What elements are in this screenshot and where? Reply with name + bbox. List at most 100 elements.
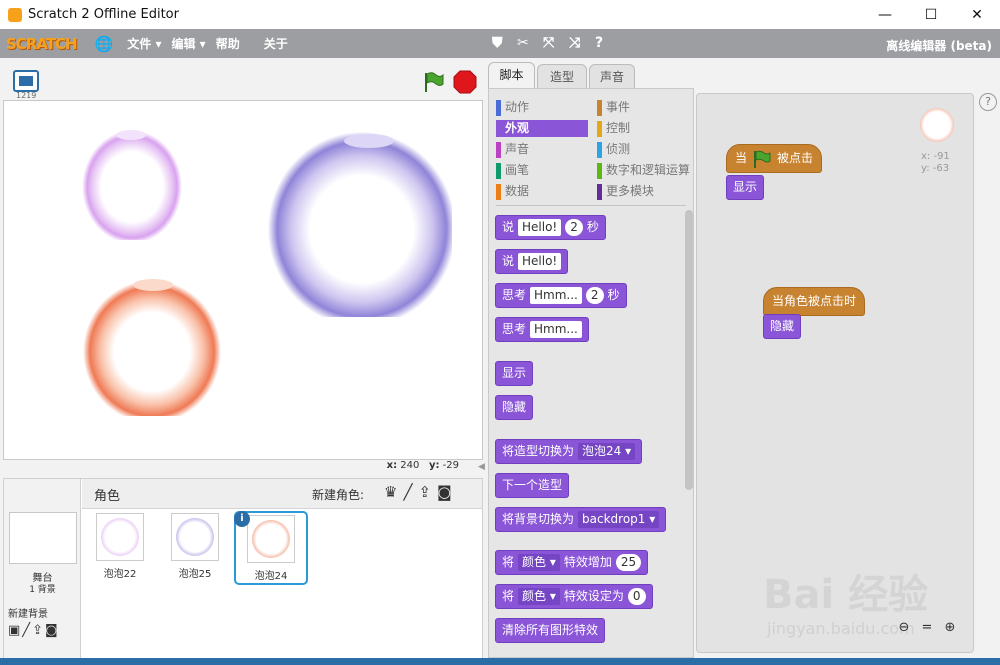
block-set-effect[interactable]: 将颜色 ▾ 特效设定为 0 [495,584,653,609]
scratch-cat-icon [8,7,22,22]
block-switch-costume[interactable]: 将造型切换为 泡泡24 ▾ [495,439,643,464]
stage-header: 1219 [3,62,483,100]
menu-bar: SCRATCH 🌐 文件 ▾ 编辑 ▾ 帮助 关于 ⛊ ✂ ⤧ ⤨ ? 离线编辑… [0,29,1000,58]
category-events[interactable]: 事件 [597,99,693,116]
watermark-url: jingyan.baidu.com [767,619,915,638]
camera-sprite-icon[interactable]: ◙ [437,483,458,501]
bubble-sprite-blue[interactable] [264,122,452,317]
category-data[interactable]: 数据 [496,183,588,200]
block-help-icon[interactable]: ? [595,35,603,51]
scratch-window: Scratch 2 Offline Editor — ☐ ✕ SCRATCH 🌐… [0,0,1000,665]
sprite-thumb-2[interactable]: 泡泡25 [165,513,225,580]
category-sensing[interactable]: 侦测 [597,141,693,158]
choose-sprite-icon[interactable]: ♛ [384,483,403,501]
help-question-icon[interactable]: ? [979,93,997,111]
bubble-sprite-red[interactable] [83,273,221,416]
block-next-costume[interactable]: 下一个造型 [495,473,570,498]
block-switch-backdrop[interactable]: 将背景切换为 backdrop1 ▾ [495,507,667,532]
tab-scripts[interactable]: 脚本 [488,62,535,90]
category-more-blocks[interactable]: 更多模块 [597,183,693,200]
help-sidebar: ? [975,88,1000,658]
draw-backdrop-icon[interactable]: ╱ [22,623,32,638]
category-motion[interactable]: 动作 [496,99,588,116]
new-backdrop-label: 新建背景 [8,609,48,620]
current-sprite-preview [920,108,954,142]
sprite-thumb-1[interactable]: 泡泡22 [90,513,150,580]
mouse-coordinates: x: 240 y: -29 [3,460,483,476]
stop-sign-icon[interactable] [453,70,477,94]
when-flag-clicked-hat[interactable]: 当 被点击 [726,144,823,173]
camera-backdrop-icon[interactable]: ◙ [45,623,60,638]
green-flag-icon [754,150,771,168]
category-pen[interactable]: 画笔 [496,162,588,179]
menu-about[interactable]: 关于 [264,35,288,52]
coord-y-value: -29 [442,460,459,471]
block-think[interactable]: 思考 Hmm... [495,317,589,342]
paint-sprite-icon[interactable]: ╱ [403,483,418,501]
presentation-mode-icon[interactable] [13,70,39,92]
coord-y-label: y: [428,460,440,471]
category-operators[interactable]: 数字和逻辑运算 [597,162,693,179]
taskbar-strip [0,658,1000,665]
coord-x-label: x: [386,460,398,471]
menu-file[interactable]: 文件 ▾ [127,35,161,52]
menu-help[interactable]: 帮助 [216,35,240,52]
globe-icon[interactable]: 🌐 [95,35,114,53]
paint-backdrop-icon[interactable]: ▣ [8,623,22,638]
editor-tabs: 脚本 造型 声音 [488,62,998,90]
collapse-arrow-icon[interactable]: ◀ [478,462,488,474]
script-block-hide[interactable]: 隐藏 [763,314,802,339]
maximize-button[interactable]: ☐ [908,0,954,29]
backdrop-count: 1 背景 [29,585,56,595]
block-say-for-secs[interactable]: 说 Hello! 2 秒 [495,215,606,240]
block-palette: 动作 外观 声音 画笔 数据 事件 控制 侦测 数字和逻辑运算 更多模块 说 He… [488,88,694,658]
category-looks[interactable]: 外观 [496,120,588,137]
block-hide[interactable]: 隐藏 [495,395,534,420]
sprites-title: 角色 [94,489,121,504]
sprite-thumb-3-selected[interactable]: 泡泡24 i [234,511,308,585]
close-button[interactable]: ✕ [954,0,1000,29]
minimize-button[interactable]: — [862,0,908,29]
stage-canvas[interactable] [3,100,483,460]
sprite-pane: 舞台 1 背景 新建背景 ▣╱⇪◙ 角色 新建角色: ♛╱⇪◙ 泡泡22 泡泡2… [3,478,483,665]
palette-scrollbar[interactable] [685,210,693,490]
block-show[interactable]: 显示 [495,361,534,386]
zoom-in-icon[interactable]: ⊕ [941,620,959,638]
stage-thumbnail[interactable] [9,512,77,564]
menu-edit[interactable]: 编辑 ▾ [172,35,206,52]
window-title: Scratch 2 Offline Editor [28,7,179,22]
upload-sprite-icon[interactable]: ⇪ [418,483,437,501]
block-think-for-secs[interactable]: 思考 Hmm... 2 秒 [495,283,627,308]
baidu-watermark: Bai 经验 [763,572,929,618]
category-sound[interactable]: 声音 [496,141,588,158]
green-flag-icon[interactable] [421,70,445,94]
sprite-name-3: 泡泡24 [254,571,288,582]
edition-label: 离线编辑器 (beta) [886,39,992,53]
upload-backdrop-icon[interactable]: ⇪ [32,623,45,638]
delete-scissors-icon[interactable]: ✂ [517,35,529,51]
new-sprite-label: 新建角色: [312,488,365,502]
tab-costumes[interactable]: 造型 [537,64,587,90]
when-sprite-clicked-hat[interactable]: 当角色被点击时 [763,287,866,316]
version-label: 1219 [16,91,37,100]
block-change-effect[interactable]: 将颜色 ▾ 特效增加 25 [495,550,649,575]
info-icon[interactable]: i [234,511,250,527]
sprite-name-2: 泡泡25 [178,569,212,580]
stage-selector: 舞台 1 背景 新建背景 ▣╱⇪◙ [4,479,81,665]
sprite-header: 角色 新建角色: ♛╱⇪◙ [82,479,482,509]
bubble-sprite-purple[interactable] [78,122,182,240]
block-clear-effects[interactable]: 清除所有图形特效 [495,618,606,643]
script-block-show[interactable]: 显示 [726,175,765,200]
zoom-reset-icon[interactable]: = [918,620,936,638]
sprite-x-position: x: -91 [921,151,950,162]
tab-sounds[interactable]: 声音 [589,64,635,90]
grow-icon[interactable]: ⤧ [543,35,554,51]
shrink-icon[interactable]: ⤨ [569,35,580,51]
scripts-area[interactable]: 当 被点击 显示 当角色被点击时 隐藏 x: -91 y: -63 Bai 经验… [696,93,974,653]
block-say[interactable]: 说 Hello! [495,249,569,274]
scratch-logo[interactable]: SCRATCH [6,35,78,53]
sprite-y-position: y: -63 [921,163,950,174]
duplicate-stamp-icon[interactable]: ⛊ [492,35,503,51]
category-control[interactable]: 控制 [597,120,693,137]
zoom-out-icon[interactable]: ⊖ [895,620,913,638]
